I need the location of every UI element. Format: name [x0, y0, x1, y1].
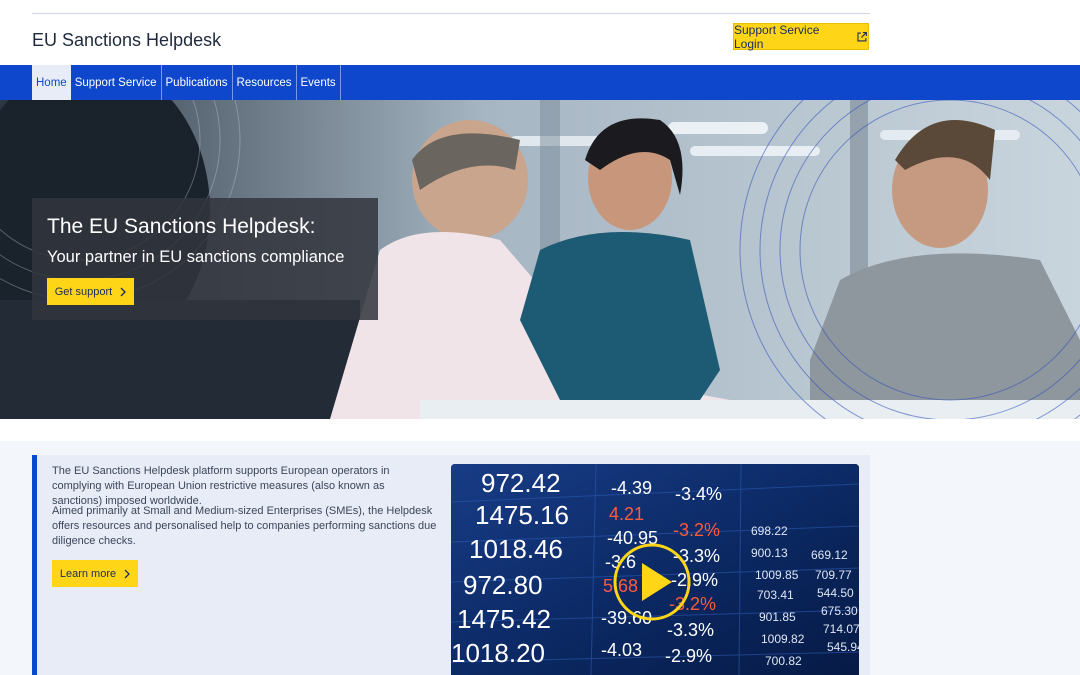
ticker-change: 4.21	[609, 504, 645, 524]
ticker-pct: -3.3%	[667, 620, 715, 640]
ticker-pct: -3.4%	[675, 484, 723, 504]
ticker-pct: -2.9%	[665, 646, 713, 666]
ticker-small: 714.07	[823, 622, 859, 636]
nav-item-support-service[interactable]: Support Service	[71, 65, 162, 100]
ticker-small: 1009.82	[761, 632, 805, 646]
ticker-value: 1018.46	[469, 534, 563, 564]
hero-card: The EU Sanctions Helpdesk: Your partner …	[32, 198, 378, 320]
ticker-small: 669.12	[811, 548, 848, 562]
play-icon[interactable]	[612, 542, 692, 622]
ticker-small: 900.13	[751, 546, 788, 560]
ticker-change: -4.03	[601, 640, 643, 660]
section-spacer	[0, 419, 1080, 441]
external-link-icon	[857, 31, 868, 41]
learn-more-label: Learn more	[59, 567, 117, 580]
nav-item-resources[interactable]: Resources	[233, 65, 297, 100]
chevron-right-icon	[124, 569, 131, 578]
ticker-value: 972.80	[463, 570, 543, 600]
get-support-button[interactable]: Get support	[47, 278, 134, 305]
hero-subtitle: Your partner in EU sanctions compliance	[47, 248, 345, 266]
intro-paragraph-1: The EU Sanctions Helpdesk platform suppo…	[52, 465, 390, 507]
main-navigation: Home Support Service Publications Resour…	[0, 65, 1080, 100]
ticker-small: 709.77	[815, 568, 852, 582]
ticker-small: 700.82	[765, 654, 802, 668]
intro-paragraph-2: Aimed primarily at Small and Medium-size…	[52, 505, 437, 547]
chevron-right-icon	[120, 287, 127, 296]
nav-item-home[interactable]: Home	[32, 65, 71, 100]
ticker-small: 675.30	[821, 604, 858, 618]
ticker-small: 698.22	[751, 524, 788, 538]
header-divider	[32, 13, 870, 14]
ticker-value: 1018.20	[451, 638, 545, 668]
ticker-value: 1475.16	[475, 500, 569, 530]
ticker-value: 972.42	[481, 468, 561, 498]
ticker-pct: -3.2%	[673, 520, 721, 540]
hero-banner: The EU Sanctions Helpdesk: Your partner …	[0, 100, 1080, 419]
site-title[interactable]: EU Sanctions Helpdesk	[32, 30, 221, 51]
ticker-small: 901.85	[759, 610, 796, 624]
learn-more-button[interactable]: Learn more	[52, 560, 138, 587]
ticker-small: 1009.85	[755, 568, 799, 582]
nav-item-events[interactable]: Events	[297, 65, 341, 100]
ticker-value: 1475.42	[457, 604, 551, 634]
site-header: EU Sanctions Helpdesk Support Service Lo…	[0, 0, 1080, 65]
login-button-label: Support Service Login	[734, 22, 820, 51]
nav-item-publications[interactable]: Publications	[162, 65, 233, 100]
hero-title: The EU Sanctions Helpdesk:	[47, 215, 316, 238]
get-support-label: Get support	[54, 285, 113, 298]
ticker-small: 544.50	[817, 586, 854, 600]
ticker-small: 703.41	[757, 588, 794, 602]
support-service-login-button[interactable]: Support Service Login	[733, 22, 869, 51]
ticker-small: 545.94	[827, 640, 859, 654]
ticker-change: -4.39	[611, 478, 653, 498]
